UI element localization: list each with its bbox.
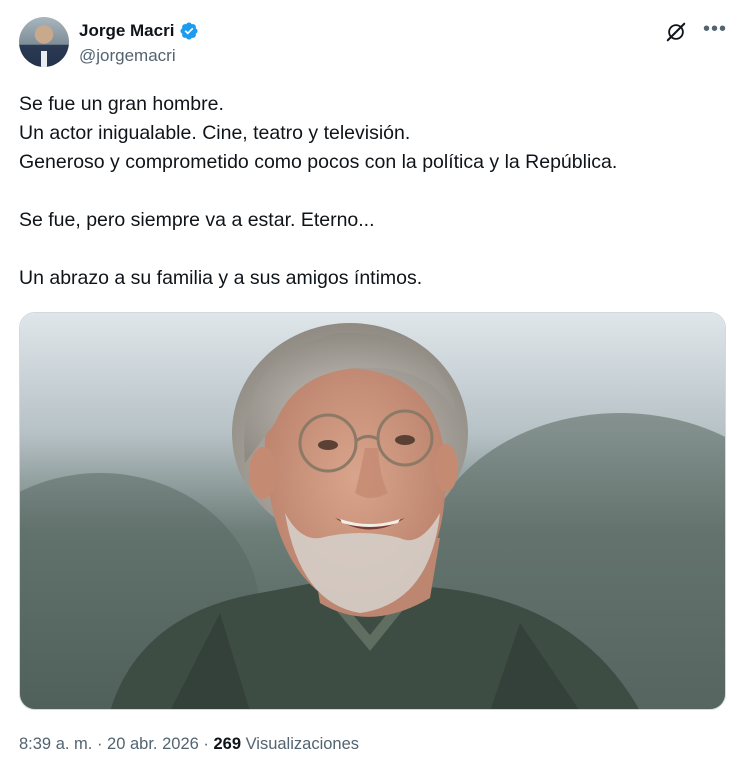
grok-icon[interactable] [665,21,687,43]
tweet-text: Se fue un gran hombre. Un actor iniguala… [19,90,719,293]
verified-badge-icon[interactable] [179,21,199,41]
tweet-line: Generoso y comprometido como pocos con l… [19,151,618,173]
header-actions: ••• [665,19,727,43]
tweet-line: Se fue, pero siempre va a estar. Eterno.… [19,209,375,231]
tweet-meta: 8:39 a. m. · 20 abr. 2026 · 269 Visualiz… [19,735,359,754]
more-options-icon[interactable]: ••• [703,19,727,39]
views-count: 269 [213,735,241,753]
tweet-header: Jorge Macri @jorgemacri ••• [19,17,727,69]
author-name-row: Jorge Macri [79,21,199,41]
author-handle[interactable]: @jorgemacri [79,46,176,66]
author-name[interactable]: Jorge Macri [79,21,174,41]
views-label: Visualizaciones [241,735,360,753]
meta-separator: · [92,735,108,753]
avatar[interactable] [19,17,69,67]
tweet-line: Un actor inigualable. Cine, teatro y tel… [19,122,411,144]
portrait-photo [20,313,725,709]
tweet-line: Un abrazo a su familia y a sus amigos ín… [19,267,423,289]
tweet-line: Se fue un gran hombre. [19,93,224,115]
tweet-date[interactable]: 20 abr. 2026 [107,735,199,753]
tweet-time[interactable]: 8:39 a. m. [19,735,92,753]
tweet-photo[interactable] [19,312,726,710]
meta-separator: · [198,735,214,753]
